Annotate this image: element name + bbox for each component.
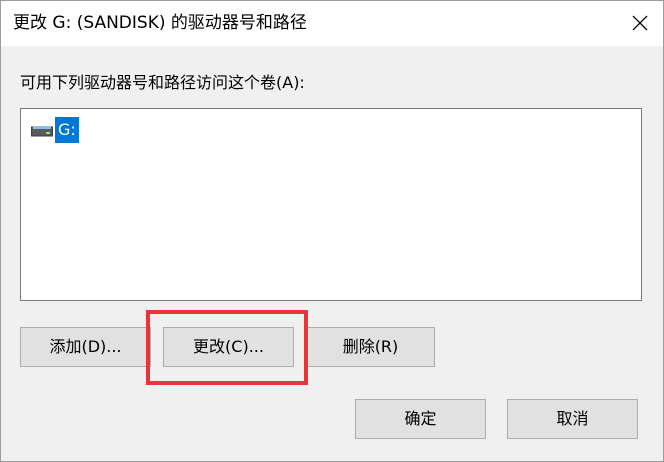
dialog-title: 更改 G: (SANDISK) 的驱动器号和路径 — [13, 13, 307, 33]
ok-button[interactable]: 确定 — [355, 399, 486, 439]
add-button[interactable]: 添加(D)... — [20, 327, 151, 367]
highlight-box — [146, 310, 308, 385]
close-icon — [632, 15, 648, 31]
close-button[interactable] — [617, 1, 663, 46]
cancel-button[interactable]: 取消 — [507, 399, 638, 439]
drive-path-listbox[interactable]: G: — [20, 108, 642, 301]
drive-icon — [31, 126, 53, 137]
drive-letter-label: G: — [55, 117, 79, 143]
delete-button[interactable]: 删除(R) — [306, 327, 435, 367]
change-drive-letter-dialog: 更改 G: (SANDISK) 的驱动器号和路径 可用下列驱动器号和路径访问这个… — [0, 0, 664, 462]
title-bar: 更改 G: (SANDISK) 的驱动器号和路径 — [1, 1, 663, 46]
instruction-label: 可用下列驱动器号和路径访问这个卷(A): — [20, 73, 305, 92]
